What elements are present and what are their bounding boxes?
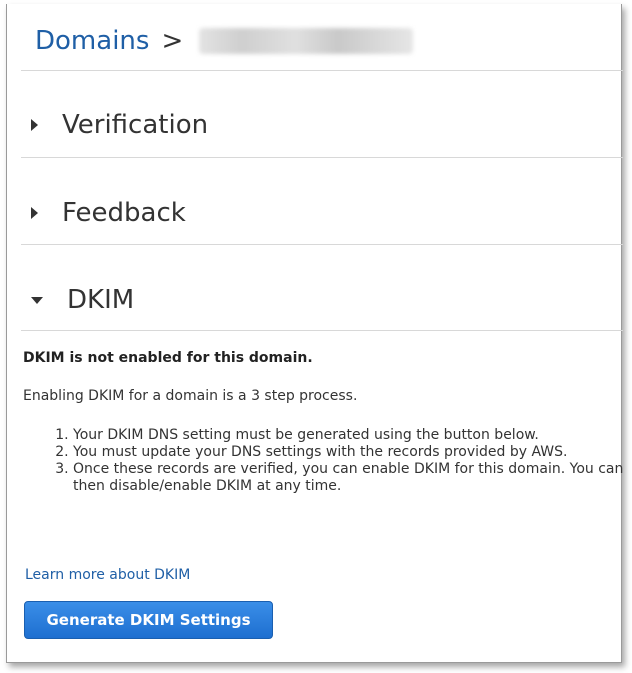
redacted-domain-name	[199, 28, 414, 54]
generate-dkim-settings-button[interactable]: Generate DKIM Settings	[24, 601, 273, 639]
section-verification-label: Verification	[62, 110, 209, 140]
divider	[21, 70, 623, 71]
section-dkim-label: DKIM	[67, 285, 135, 315]
divider	[21, 244, 623, 245]
breadcrumb-separator: >	[161, 26, 184, 56]
list-item: You must update your DNS settings with t…	[73, 444, 632, 461]
collapse-arrow-icon	[31, 296, 43, 304]
dkim-steps-list: Your DKIM DNS setting must be generated …	[43, 427, 632, 495]
list-item: Your DKIM DNS setting must be generated …	[73, 427, 632, 444]
dkim-intro-text: Enabling DKIM for a domain is a 3 step p…	[23, 388, 358, 404]
dkim-status-notice: DKIM is not enabled for this domain.	[23, 350, 313, 366]
breadcrumb-domains-link[interactable]: Domains	[35, 26, 149, 56]
expand-arrow-icon	[31, 207, 38, 219]
expand-arrow-icon	[31, 119, 38, 131]
section-feedback[interactable]: Feedback	[31, 198, 186, 228]
dkim-panel: Domains > Verification Feedback DKIM DKI…	[6, 4, 623, 663]
section-verification[interactable]: Verification	[31, 110, 208, 140]
section-feedback-label: Feedback	[62, 198, 186, 228]
divider	[21, 330, 623, 331]
breadcrumb: Domains >	[35, 26, 414, 56]
list-item: Once these records are verified, you can…	[73, 461, 632, 495]
divider	[21, 157, 623, 158]
learn-more-dkim-link[interactable]: Learn more about DKIM	[25, 567, 190, 583]
section-dkim[interactable]: DKIM	[31, 285, 134, 315]
